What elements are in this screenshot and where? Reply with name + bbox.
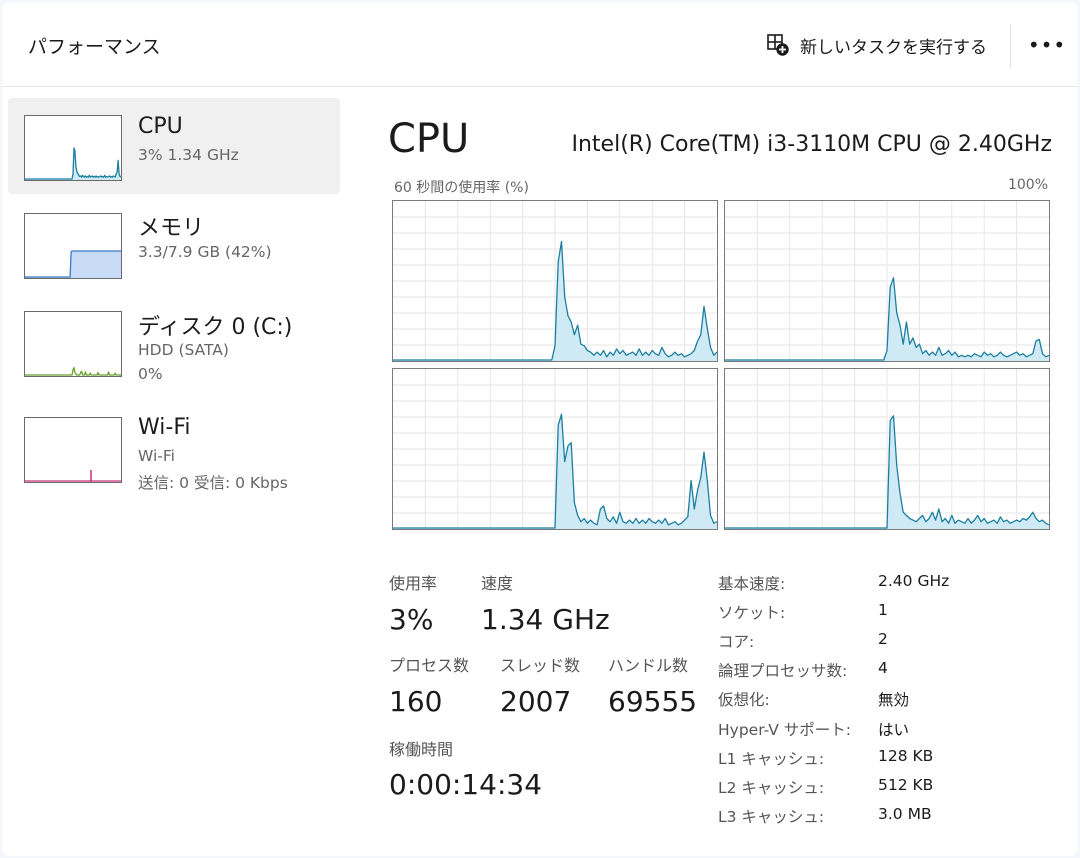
uptime-label: 稼働時間 [389,740,454,759]
core-graph-1 [724,200,1050,362]
main-title: CPU [388,116,470,162]
memory-sparkline [25,250,121,278]
memory-spark-area [25,251,121,278]
threads-label: スレッド数 [500,656,581,675]
wifi-sparkline [25,470,121,482]
handles-value: 69555 [608,685,698,718]
sidebar-item-wifi[interactable]: Wi-Fi Wi-Fi 送信: 0 受信: 0 Kbps [8,400,340,496]
core-graph-3 [724,368,1050,530]
speed-label: 速度 [481,574,514,593]
spec-label-l1-cache: L1 キャッシュ: [718,750,825,768]
sidebar-item-memory[interactable]: メモリ 3.3/7.9 GB (42%) [8,196,340,292]
sidebar-item-subtitle: 3.3/7.9 GB (42%) [138,243,272,261]
cpu-model: Intel(R) Core(TM) i3-3110M CPU @ 2.40GHz [571,132,1053,157]
page-title: パフォーマンス [28,36,161,58]
spec-label-base-speed: 基本速度: [718,575,786,593]
sidebar-item-disk[interactable]: ディスク 0 (C:) HDD (SATA) 0% [8,294,340,390]
disk-thumbnail [24,311,122,377]
speed-value: 1.34 GHz [481,603,610,636]
cpu-thumbnail [24,115,122,181]
disk-sparkline [25,366,121,376]
disk-spark-line [25,366,121,376]
spec-value-virtualization: 無効 [878,691,910,709]
sidebar-item-title: Wi-Fi [138,415,191,440]
graph-max-label: 100% [1007,177,1048,193]
spec-value-hyperv: はい [878,721,910,739]
sidebar-item-title: CPU [138,114,183,139]
spec-label-l3-cache: L3 キャッシュ: [718,808,825,826]
handles-label: ハンドル数 [608,656,689,675]
spec-label-hyperv: Hyper-V サポート: [718,721,852,739]
sidebar-item-subtitle: 3% 1.34 GHz [138,146,239,164]
spec-label-virtualization: 仮想化: [718,691,770,709]
spec-value-sockets: 1 [878,601,888,619]
usage-value: 3% [389,603,434,636]
header: パフォーマンス 新しいタスクを実行する ••• [2,2,1078,87]
uptime-value: 0:00:14:34 [389,768,543,801]
spec-label-cores: コア: [718,633,755,651]
spec-value-l2-cache: 512 KB [878,776,934,794]
sidebar-item-title: ディスク 0 (C:) [138,315,293,340]
spec-label-l2-cache: L2 キャッシュ: [718,779,825,797]
usage-label: 使用率 [389,574,438,593]
spec-value-l1-cache: 128 KB [878,747,934,765]
spec-value-l3-cache: 3.0 MB [878,805,932,823]
header-divider [1010,24,1011,68]
processes-value: 160 [389,685,443,718]
core-graph-2 [392,368,718,530]
spec-value-cores: 2 [878,630,888,648]
more-icon[interactable]: ••• [1028,30,1065,60]
spec-label-logical-processors: 論理プロセッサ数: [718,662,848,680]
sidebar-item-detail: 送信: 0 受信: 0 Kbps [138,474,288,492]
processes-label: プロセス数 [389,656,470,675]
memory-thumbnail [24,213,122,279]
wifi-thumbnail [24,417,122,483]
sidebar-item-title: メモリ [138,216,205,241]
graph-label: 60 秒間の使用率 (%) [394,180,529,196]
spec-value-base-speed: 2.40 GHz [878,572,950,590]
task-manager-window: パフォーマンス 新しいタスクを実行する ••• CPU 3% 1.34 GHz … [2,2,1078,856]
core-graph-0 [392,200,718,362]
run-new-task-label: 新しいタスクを実行する [800,37,987,58]
sidebar-item-subtitle: HDD (SATA) [138,341,229,359]
spec-label-sockets: ソケット: [718,604,786,622]
threads-value: 2007 [500,685,572,718]
new-task-icon [767,34,789,56]
run-new-task-button[interactable]: 新しいタスクを実行する [766,30,987,60]
cpu-sparkline [25,147,121,180]
sidebar-item-cpu[interactable]: CPU 3% 1.34 GHz [8,98,340,194]
cpu-spark-line [25,147,121,180]
sidebar-item-subtitle: Wi-Fi [138,447,175,465]
spec-value-logical-processors: 4 [878,659,888,677]
sidebar-item-detail: 0% [138,365,163,383]
